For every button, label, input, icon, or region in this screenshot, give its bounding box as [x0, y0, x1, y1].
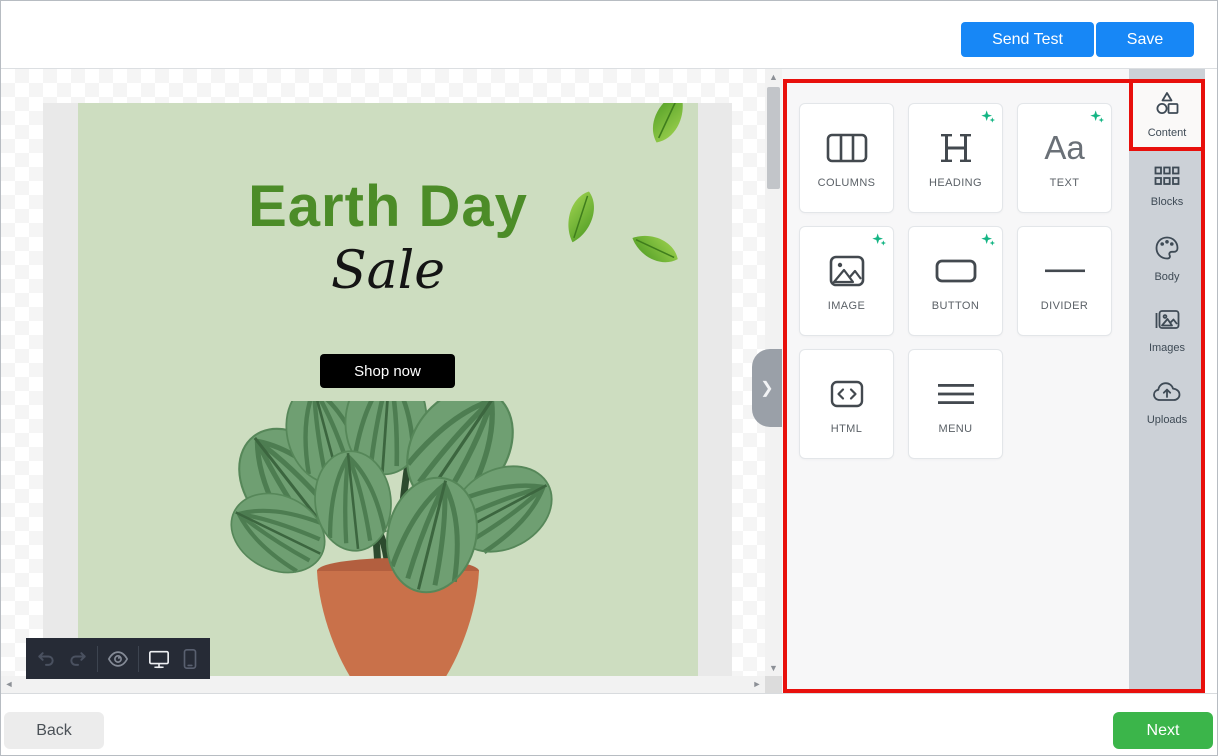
ai-sparkle-icon — [1089, 109, 1105, 130]
chevron-right-icon: ❯ — [760, 378, 773, 398]
ai-sparkle-icon — [980, 109, 996, 130]
shapes-icon — [1154, 91, 1180, 122]
grid-icon — [1154, 166, 1180, 191]
email-body-background[interactable]: Earth Day Sale Shop now — [43, 103, 732, 693]
block-card-text[interactable]: Aa TEXT — [1017, 103, 1112, 213]
main-area: Earth Day Sale Shop now — [1, 69, 1218, 693]
columns-icon — [826, 128, 868, 168]
toolbar-divider — [138, 646, 139, 672]
sidebar-tab-label: Body — [1154, 271, 1179, 283]
block-card-divider[interactable]: DIVIDER — [1017, 226, 1112, 336]
sidebar-tab-body[interactable]: Body — [1129, 223, 1205, 295]
scrollbar-corner — [765, 676, 782, 693]
preview-toolbar — [26, 638, 210, 679]
toolbar-divider — [97, 646, 98, 672]
cloud-upload-icon — [1152, 380, 1182, 409]
back-button[interactable]: Back — [4, 712, 104, 749]
earth-day-banner-block[interactable]: Earth Day Sale Shop now — [78, 103, 698, 693]
scroll-left-icon[interactable]: ◄ — [1, 676, 17, 693]
email-builder-window: Send Test Save — [0, 0, 1218, 756]
palette-icon — [1154, 235, 1180, 266]
block-card-menu[interactable]: MENU — [908, 349, 1003, 459]
sidebar-rail: Content Blocks Body Images — [1129, 69, 1205, 693]
desktop-view-icon[interactable] — [147, 647, 171, 671]
mobile-view-icon[interactable] — [178, 647, 202, 671]
bottom-footer: Back Next — [1, 693, 1218, 756]
sidebar-tab-label: Content — [1148, 127, 1187, 139]
email-canvas[interactable]: Earth Day Sale Shop now — [1, 69, 782, 693]
preview-eye-icon[interactable] — [106, 647, 130, 671]
next-button[interactable]: Next — [1113, 712, 1213, 749]
block-label: MENU — [939, 423, 973, 435]
leaf-decoration-icon — [638, 103, 698, 151]
sidebar-tab-blocks[interactable]: Blocks — [1129, 151, 1205, 223]
sidebar-tab-uploads[interactable]: Uploads — [1129, 367, 1205, 439]
block-card-image[interactable]: IMAGE — [799, 226, 894, 336]
send-test-button[interactable]: Send Test — [961, 22, 1094, 57]
banner-title[interactable]: Earth Day — [78, 173, 698, 240]
block-card-columns[interactable]: COLUMNS — [799, 103, 894, 213]
scroll-right-icon[interactable]: ► — [749, 676, 765, 693]
html-icon — [830, 374, 864, 414]
ai-sparkle-icon — [980, 232, 996, 253]
block-card-html[interactable]: HTML — [799, 349, 894, 459]
block-card-heading[interactable]: HEADING — [908, 103, 1003, 213]
menu-icon — [938, 374, 974, 414]
heading-icon — [939, 128, 973, 168]
block-label: TEXT — [1050, 177, 1080, 189]
divider-icon — [1045, 251, 1085, 291]
block-label: IMAGE — [828, 300, 865, 312]
block-label: BUTTON — [932, 300, 979, 312]
banner-subtitle[interactable]: Sale — [78, 241, 698, 301]
sidebar-tab-label: Images — [1149, 342, 1185, 354]
sidebar-tab-content[interactable]: Content — [1129, 79, 1205, 151]
image-icon — [829, 251, 865, 291]
scroll-up-icon[interactable]: ▲ — [765, 69, 782, 85]
ai-sparkle-icon — [871, 232, 887, 253]
block-grid: COLUMNS HEADING Aa — [799, 103, 1129, 459]
content-blocks-panel: COLUMNS HEADING Aa — [782, 69, 1129, 693]
block-label: COLUMNS — [818, 177, 876, 189]
sidebar-tab-images[interactable]: Images — [1129, 295, 1205, 367]
vertical-scroll-thumb[interactable] — [767, 87, 780, 189]
save-button[interactable]: Save — [1096, 22, 1194, 57]
block-label: HEADING — [929, 177, 982, 189]
button-icon — [935, 251, 977, 291]
sidebar-tab-label: Uploads — [1147, 414, 1187, 426]
shop-now-button[interactable]: Shop now — [320, 354, 455, 388]
panel-collapse-handle[interactable]: ❯ — [752, 349, 782, 427]
redo-icon[interactable] — [66, 647, 90, 671]
photos-icon — [1153, 308, 1181, 337]
scroll-down-icon[interactable]: ▼ — [765, 660, 782, 676]
top-header: Send Test Save — [1, 1, 1217, 69]
block-label: HTML — [831, 423, 863, 435]
text-icon: Aa — [1044, 128, 1084, 168]
undo-icon[interactable] — [34, 647, 58, 671]
potted-plant-image — [226, 401, 562, 693]
block-label: DIVIDER — [1041, 300, 1088, 312]
block-card-button[interactable]: BUTTON — [908, 226, 1003, 336]
sidebar-tab-label: Blocks — [1151, 196, 1183, 208]
